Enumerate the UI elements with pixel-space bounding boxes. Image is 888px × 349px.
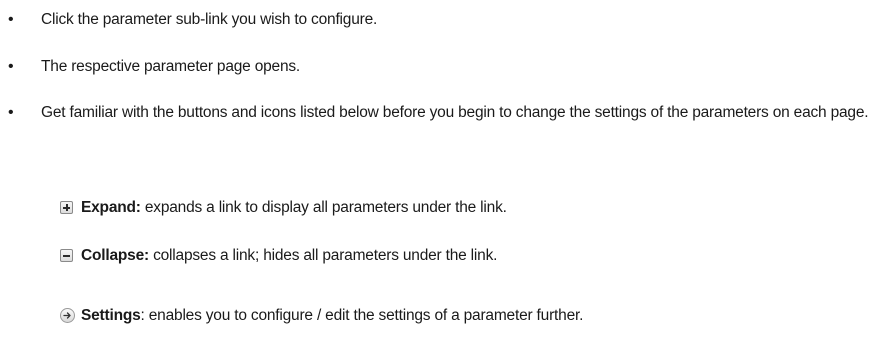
collapse-description: Collapse: collapses a link; hides all pa… <box>60 246 880 266</box>
bullet-symbol: • <box>8 58 14 75</box>
bullet-symbol: • <box>8 104 14 121</box>
settings-description: Settings: enables you to configure / edi… <box>60 306 880 326</box>
document-page: • Click the parameter sub-link you wish … <box>0 0 888 349</box>
settings-arrow-icon <box>60 308 75 323</box>
settings-term: Settings <box>81 307 141 324</box>
settings-text: Settings: enables you to configure / edi… <box>81 306 583 326</box>
expand-term: Expand: <box>81 199 141 216</box>
collapse-text: Collapse: collapses a link; hides all pa… <box>81 246 497 266</box>
bullet-text: Get familiar with the buttons and icons … <box>41 104 869 121</box>
collapse-description-text: collapses a link; hides all parameters u… <box>148 247 498 264</box>
expand-icon <box>60 201 73 214</box>
bullet-text: Click the parameter sub-link you wish to… <box>41 11 378 28</box>
collapse-icon <box>60 249 73 262</box>
expand-text: Expand: expands a link to display all pa… <box>81 198 507 218</box>
collapse-term: Collapse: <box>81 247 149 264</box>
bullet-text: The respective parameter page opens. <box>41 58 301 75</box>
settings-description-text: : enables you to configure / edit the se… <box>140 307 584 324</box>
expand-description-text: expands a link to display all parameters… <box>140 199 507 216</box>
bullet-symbol: • <box>8 11 14 28</box>
expand-description: Expand: expands a link to display all pa… <box>60 198 880 218</box>
